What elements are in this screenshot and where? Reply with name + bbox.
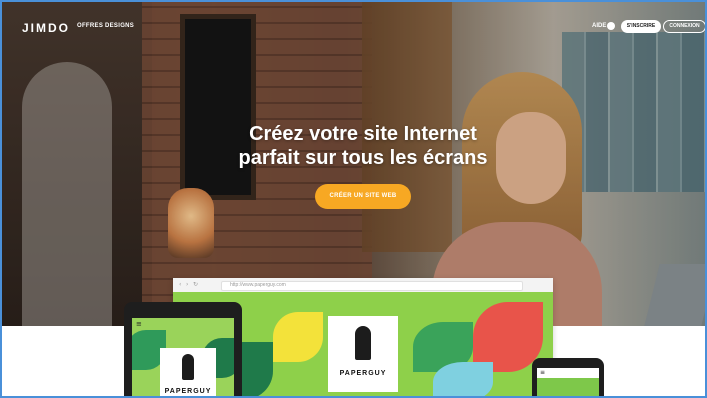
- phone-screen: ≡: [537, 368, 599, 396]
- back-icon: ‹: [179, 281, 182, 288]
- nav-link-designs[interactable]: DESIGNS: [105, 23, 134, 29]
- globe-icon[interactable]: [607, 22, 615, 30]
- tablet-screen: ≡ PAPERGUY: [132, 318, 234, 396]
- reload-icon: ↻: [193, 281, 199, 288]
- bird-icon: [355, 326, 371, 360]
- leaf-shape: [433, 362, 493, 396]
- hero-headline: Créez votre site Internet parfait sur to…: [202, 122, 524, 170]
- phone-mockup: ≡: [532, 358, 604, 396]
- browser-url-field: http://www.paperguy.com: [221, 281, 523, 291]
- phone-artwork: [537, 378, 599, 396]
- help-link[interactable]: AIDE: [592, 23, 606, 29]
- forward-icon: ›: [186, 281, 189, 288]
- desktop-brand-poster: PAPERGUY: [328, 316, 398, 392]
- signup-button[interactable]: S'INSCRIRE: [621, 20, 661, 33]
- hamburger-icon: ≡: [136, 320, 142, 328]
- hero-headline-line1: Créez votre site Internet: [249, 123, 477, 145]
- tablet-mockup: ≡ PAPERGUY: [124, 302, 242, 396]
- tablet-brand-name: PAPERGUY: [164, 388, 212, 395]
- hamburger-icon: ≡: [540, 369, 546, 376]
- jimdo-logo[interactable]: JIMDO: [22, 21, 70, 35]
- leaf-shape: [273, 312, 323, 362]
- nav-link-offres[interactable]: OFFRES: [77, 23, 103, 29]
- login-button[interactable]: CONNEXION: [663, 20, 705, 33]
- top-nav: JIMDO OFFRES DESIGNS AIDE S'INSCRIRE CON…: [2, 2, 705, 42]
- bird-icon: [182, 354, 194, 380]
- page-frame: JIMDO OFFRES DESIGNS AIDE S'INSCRIRE CON…: [0, 0, 707, 398]
- tablet-brand-poster: PAPERGUY: [160, 348, 216, 396]
- browser-toolbar: ‹ › ↻ http://www.paperguy.com: [173, 278, 553, 293]
- desktop-brand-name: PAPERGUY: [339, 370, 387, 377]
- create-site-button[interactable]: CRÉER UN SITE WEB: [315, 184, 411, 209]
- browser-url-text: http://www.paperguy.com: [230, 282, 286, 288]
- hero-headline-line2: parfait sur tous les écrans: [238, 147, 488, 169]
